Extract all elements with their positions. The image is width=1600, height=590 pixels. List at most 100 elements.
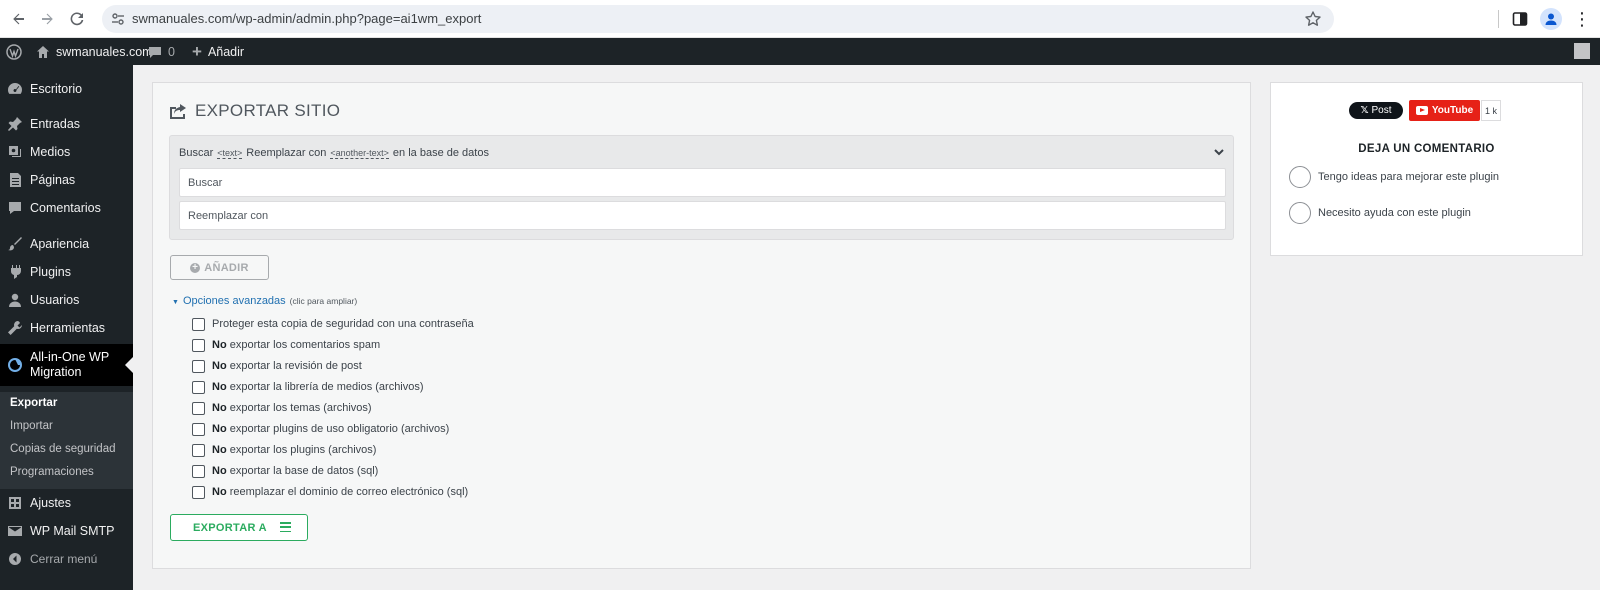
page-icon [7, 172, 23, 188]
feedback-panel: 𝕏 Post YouTube 1 k DEJA UN COMENTARIO Te… [1270, 82, 1583, 256]
browser-menu-icon[interactable]: ⋮ [1572, 9, 1592, 29]
search-input[interactable] [179, 168, 1226, 197]
media-icon [7, 144, 23, 160]
site-info-icon[interactable] [110, 11, 126, 27]
option-prefix: No [212, 444, 227, 456]
wordpress-logo-icon[interactable] [6, 38, 22, 65]
option-checkbox[interactable] [192, 401, 205, 415]
sidebar-item-plugins[interactable]: Plugins [0, 258, 133, 286]
sidebar-item-label: Páginas [30, 173, 76, 187]
add-button-label: AÑADIR [204, 261, 249, 274]
option-checkbox[interactable] [192, 464, 205, 478]
option-checkbox[interactable] [192, 380, 205, 394]
option-prefix: No [212, 381, 227, 393]
feedback-option-help[interactable]: Necesito ayuda con este plugin [1289, 202, 1471, 224]
option-checkbox[interactable] [192, 443, 205, 457]
sidebar-item-paginas[interactable]: Páginas [0, 166, 133, 194]
export-to-button[interactable]: EXPORTAR A [170, 514, 308, 541]
advanced-options-label: Opciones avanzadas [182, 295, 286, 307]
option-prefix: No [212, 360, 227, 372]
feedback-title: DEJA UN COMENTARIO [1358, 143, 1495, 155]
user-avatar[interactable] [1574, 43, 1590, 59]
option-no-themes[interactable]: No exportar los temas (archivos) [192, 401, 372, 415]
bookmark-star-icon[interactable] [1304, 10, 1322, 28]
option-no-revisions[interactable]: No exportar la revisión de post [192, 359, 362, 373]
option-prefix: No [212, 339, 227, 351]
option-no-media[interactable]: No exportar la librería de medios (archi… [192, 380, 424, 394]
option-no-spam[interactable]: No exportar los comentarios spam [192, 338, 380, 352]
option-label: reemplazar el dominio de correo electrón… [229, 486, 469, 498]
option-checkbox[interactable] [192, 359, 205, 373]
sidebar-item-wp-mail-smtp[interactable]: WP Mail SMTP [0, 517, 133, 545]
sidebar-item-comentarios[interactable]: Comentarios [0, 194, 133, 222]
sidebar-item-apariencia[interactable]: Apariencia [0, 230, 133, 258]
sidebar-item-label: Comentarios [30, 201, 101, 215]
admin-sidebar: Escritorio Entradas Medios Páginas Comen… [0, 65, 133, 590]
settings-icon [7, 495, 23, 511]
active-menu-arrow [125, 357, 133, 373]
option-prefix: No [212, 486, 227, 498]
migration-icon [7, 357, 23, 373]
sidebar-item-entradas[interactable]: Entradas [0, 110, 133, 138]
option-checkbox[interactable] [192, 422, 205, 436]
sr-middle: Reemplazar con [246, 147, 327, 159]
search-replace-header[interactable]: Buscar <text> Reemplazar con <another-te… [179, 147, 489, 159]
mail-icon [7, 523, 23, 539]
sidebar-item-label: Entradas [30, 117, 81, 131]
collapse-menu-button[interactable]: Cerrar menú [0, 545, 133, 573]
sr-prefix: Buscar [179, 147, 214, 159]
x-post-button[interactable]: 𝕏 Post [1349, 102, 1403, 119]
profile-icon[interactable] [1540, 8, 1562, 30]
submenu-item-programaciones[interactable]: Programaciones [10, 466, 94, 478]
home-icon [37, 45, 49, 58]
comments-link[interactable]: 0 [148, 38, 175, 65]
option-password[interactable]: Proteger esta copia de seguridad con una… [192, 317, 474, 331]
option-no-email-replace[interactable]: No reemplazar el dominio de correo elect… [192, 485, 468, 499]
advanced-options-toggle[interactable]: ▼ Opciones avanzadas (clic para ampliar) [172, 295, 357, 307]
submenu-item-importar[interactable]: Importar [10, 420, 53, 432]
site-name-link[interactable]: swmanuales.com [36, 38, 153, 65]
back-icon[interactable] [8, 8, 30, 30]
hamburger-icon [280, 522, 291, 532]
option-no-plugins[interactable]: No exportar los plugins (archivos) [192, 443, 376, 457]
replace-input[interactable] [179, 201, 1226, 230]
sidebar-item-ajustes[interactable]: Ajustes [0, 489, 133, 517]
youtube-subscribe-button[interactable]: YouTube [1409, 100, 1480, 121]
side-panel-icon[interactable] [1511, 10, 1529, 28]
option-label: exportar los comentarios spam [229, 339, 381, 351]
feedback-option-ideas[interactable]: Tengo ideas para mejorar este plugin [1289, 166, 1499, 188]
option-checkbox[interactable] [192, 317, 205, 331]
option-prefix: No [212, 423, 227, 435]
add-button[interactable]: + AÑADIR [170, 255, 269, 280]
option-no-database[interactable]: No exportar la base de datos (sql) [192, 464, 378, 478]
collapse-arrow-icon [7, 551, 23, 567]
feedback-radio[interactable] [1289, 166, 1311, 188]
address-bar[interactable]: swmanuales.com/wp-admin/admin.php?page=a… [102, 5, 1334, 33]
sidebar-item-medios[interactable]: Medios [0, 138, 133, 166]
new-content-label: Añadir [207, 44, 245, 59]
x-post-label: Post [1371, 105, 1392, 116]
option-checkbox[interactable] [192, 485, 205, 499]
new-content-link[interactable]: + Añadir [192, 38, 244, 65]
url-text[interactable]: swmanuales.com/wp-admin/admin.php?page=a… [132, 11, 481, 26]
sidebar-item-all-in-one-wp-migration[interactable]: All-in-One WP Migration [0, 344, 133, 386]
forward-icon[interactable] [36, 8, 58, 30]
option-checkbox[interactable] [192, 338, 205, 352]
browser-toolbar: swmanuales.com/wp-admin/admin.php?page=a… [0, 0, 1600, 38]
sidebar-item-escritorio[interactable]: Escritorio [0, 75, 133, 103]
brush-icon [7, 236, 23, 252]
feedback-radio[interactable] [1289, 202, 1311, 224]
sidebar-item-herramientas[interactable]: Herramientas [0, 314, 133, 342]
youtube-count: 1 k [1481, 100, 1501, 121]
option-no-mu-plugins[interactable]: No exportar plugins de uso obligatorio (… [192, 422, 449, 436]
export-icon [170, 103, 186, 119]
dashboard-icon [7, 81, 23, 97]
sidebar-item-usuarios[interactable]: Usuarios [0, 286, 133, 314]
chevron-down-icon[interactable] [1213, 146, 1225, 158]
submenu-item-exportar[interactable]: Exportar [10, 397, 57, 409]
option-label: exportar plugins de uso obligatorio (arc… [229, 423, 450, 435]
sidebar-item-label: Apariencia [30, 237, 90, 251]
reload-icon[interactable] [66, 8, 88, 30]
submenu-item-copias[interactable]: Copias de seguridad [10, 443, 116, 455]
option-label: exportar la base de datos (sql) [229, 465, 379, 477]
